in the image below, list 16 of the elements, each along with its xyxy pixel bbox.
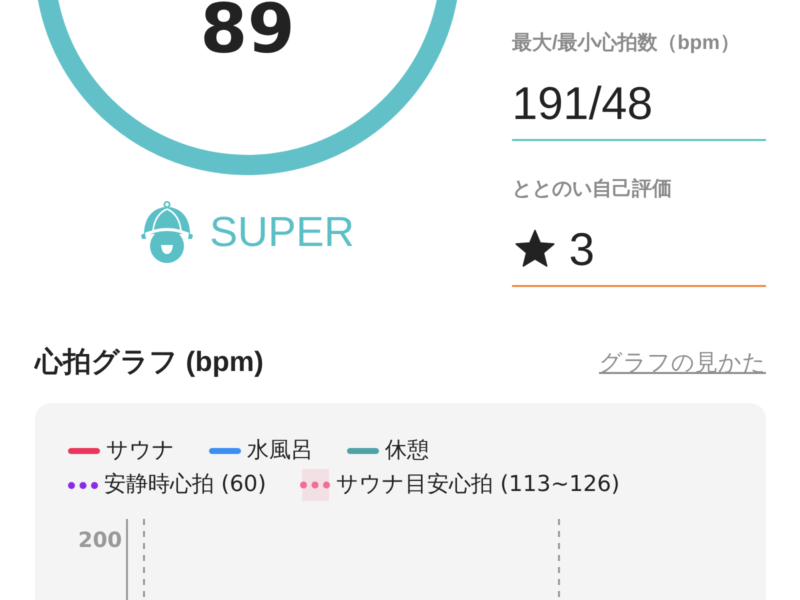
stat-label: ととのい自己評価	[512, 177, 673, 202]
legend-label: 安静時心拍 (60)	[104, 471, 266, 499]
rank-label: SUPER	[210, 207, 354, 257]
rating-value: 3	[569, 222, 595, 277]
legend-label: サウナ目安心拍 (113~126)	[336, 471, 620, 499]
score-value: 89	[200, 0, 295, 59]
y-tick-label: 200	[78, 528, 122, 552]
section-title: 心拍グラフ (bpm)	[35, 345, 264, 379]
star-icon	[515, 229, 555, 269]
legend-label: 休憩	[385, 437, 429, 465]
stat-label: 最大/最小心拍数（bpm）	[512, 30, 741, 56]
legend-label: サウナ	[106, 437, 175, 465]
stat-value: 191/48	[512, 76, 653, 131]
legend-label: 水風呂	[247, 437, 313, 465]
hat-face-icon	[140, 201, 193, 263]
graph-help-link[interactable]: グラフの見かた	[599, 346, 766, 378]
